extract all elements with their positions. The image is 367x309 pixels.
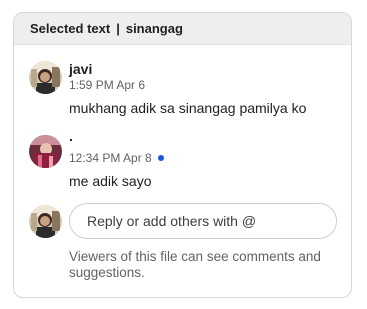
comment-timestamp: 12:34 PM Apr 8 [69,151,164,165]
unread-dot-icon [157,155,164,161]
avatar [29,205,62,238]
comment-timestamp: 1:59 PM Apr 6 [69,78,145,92]
thread-header: Selected text | sinangag [14,13,351,45]
comment-author: javi [69,61,93,77]
user-photo-avatar-icon [29,61,62,94]
timestamp-text: 1:59 PM Apr 6 [69,78,146,92]
visibility-note: Viewers of this file can see comments an… [69,249,321,280]
reply-placeholder: Reply or add others with @ [87,213,257,229]
comment-body: mukhang adik sa sinangag pamilya ko [69,100,307,116]
user-photo-avatar-icon [29,135,62,168]
avatar[interactable] [29,61,62,94]
avatar[interactable] [29,135,62,168]
timestamp-text: 12:34 PM Apr 8 [69,151,152,165]
comment-body: me adik sayo [69,173,152,189]
user-photo-avatar-icon [29,205,62,238]
selected-text-quote: sinangag [125,21,183,36]
comment-author: . [69,128,73,144]
header-separator: | [116,21,120,36]
selected-text-label: Selected text [30,21,111,36]
reply-input[interactable]: Reply or add others with @ [69,203,337,239]
comment-thread-card: Selected text | sinangag javi 1:59 PM Ap… [13,12,352,298]
